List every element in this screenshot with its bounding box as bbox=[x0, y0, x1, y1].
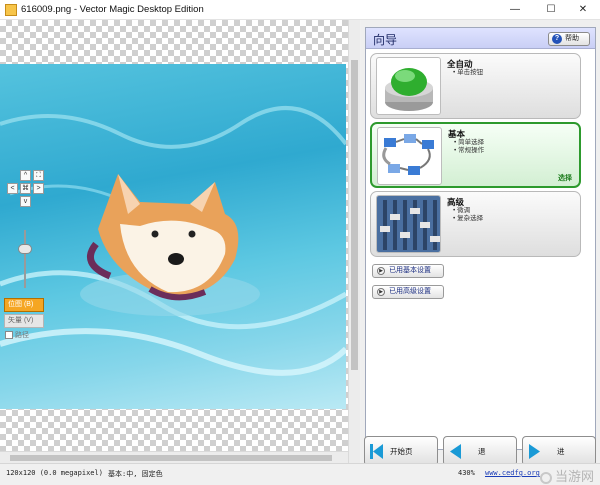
vector-mode-button[interactable]: 矢量 (V) bbox=[4, 314, 44, 328]
vertical-scroll-thumb[interactable] bbox=[351, 60, 358, 370]
wizard-panel: 向导 ? 帮助 全自动 单击按钮 bbox=[361, 20, 600, 463]
forward-button[interactable]: 进 bbox=[522, 436, 596, 466]
option-bullet: 常规操作 bbox=[454, 147, 484, 155]
window-title: 616009.png - Vector Magic Desktop Editio… bbox=[21, 4, 204, 15]
wizard-title: 向导 bbox=[373, 33, 398, 47]
dog-photo bbox=[0, 64, 346, 409]
option-bullets: 微调 复杂选择 bbox=[453, 207, 483, 223]
option-fully-automatic[interactable]: 全自动 单击按钮 bbox=[370, 53, 581, 119]
option-bullets: 简单选择 常规操作 bbox=[454, 139, 484, 155]
checkbox-icon[interactable] bbox=[5, 331, 13, 340]
use-advanced-settings-button[interactable]: ▶ 已用高级设置 bbox=[372, 285, 444, 299]
forward-label: 进 bbox=[557, 447, 565, 456]
option-bullets: 单击按钮 bbox=[453, 69, 483, 77]
option-bullet: 复杂选择 bbox=[453, 215, 483, 223]
wizard-header: 向导 ? 帮助 bbox=[366, 28, 595, 49]
start-page-button[interactable]: 开始页 bbox=[364, 436, 438, 466]
option-bullet: 微调 bbox=[453, 207, 483, 215]
horizontal-scrollbar[interactable] bbox=[0, 451, 348, 463]
select-label[interactable]: 选择 bbox=[558, 173, 572, 183]
view-mode-group: 位图 (B) 矢量 (V) 路径 bbox=[4, 298, 44, 343]
option-bullet: 简单选择 bbox=[454, 139, 484, 147]
bitmap-mode-button[interactable]: 位图 (B) bbox=[4, 298, 44, 312]
zoom-slider-track[interactable] bbox=[24, 230, 26, 288]
mixer-sliders-icon bbox=[376, 195, 441, 253]
zoom-slider-handle[interactable] bbox=[18, 244, 32, 254]
help-button[interactable]: ? 帮助 bbox=[548, 32, 590, 46]
maximize-button[interactable]: ☐ bbox=[534, 0, 568, 20]
minimize-button[interactable]: — bbox=[498, 0, 532, 20]
arrow-right-icon: ▶ bbox=[377, 267, 385, 275]
horizontal-scroll-thumb[interactable] bbox=[10, 455, 332, 461]
status-bar: 120x120 (0.0 megapixel) 基本:中, 固定色 430% w… bbox=[0, 463, 600, 485]
option-bullet: 单击按钮 bbox=[453, 69, 483, 77]
back-label: 退 bbox=[478, 447, 486, 456]
green-button-icon bbox=[376, 57, 441, 115]
wizard-frame: 向导 ? 帮助 全自动 单击按钮 bbox=[365, 27, 596, 450]
use-advanced-settings-label: 已用高级设置 bbox=[389, 288, 431, 295]
start-page-label: 开始页 bbox=[390, 447, 413, 456]
close-button[interactable]: ✕ bbox=[566, 0, 600, 20]
website-link[interactable]: www.cedfg.org bbox=[485, 469, 540, 477]
use-basic-settings-button[interactable]: ▶ 已用基本设置 bbox=[372, 264, 444, 278]
arrow-right-icon: ▶ bbox=[377, 288, 385, 296]
mode-readout: 基本:中, 固定色 bbox=[108, 470, 163, 478]
pan-down-button[interactable]: v bbox=[20, 196, 31, 207]
back-button[interactable]: 退 bbox=[443, 436, 517, 466]
watermark: 当游网 bbox=[539, 466, 594, 485]
image-canvas[interactable]: ^ ⛶ < ⌘ > v 位图 (B) 矢量 (V) 路径 bbox=[0, 20, 350, 463]
title-bar: 616009.png - Vector Magic Desktop Editio… bbox=[0, 0, 600, 20]
use-basic-settings-label: 已用基本设置 bbox=[389, 267, 431, 274]
paths-label: 路径 bbox=[15, 332, 29, 339]
vertical-scrollbar[interactable] bbox=[348, 20, 360, 463]
help-icon: ? bbox=[552, 34, 562, 44]
pan-navigator: ^ ⛶ < ⌘ > v bbox=[6, 170, 46, 215]
wizard-navigation: 开始页 退 进 bbox=[361, 434, 600, 466]
option-basic[interactable]: 基本 简单选择 常规操作 选择 bbox=[370, 122, 581, 188]
app-icon bbox=[5, 4, 17, 16]
option-advanced[interactable]: 高级 微调 复杂选择 bbox=[370, 191, 581, 257]
zoom-readout: 430% bbox=[458, 469, 475, 477]
first-page-icon bbox=[370, 444, 383, 459]
forward-arrow-icon bbox=[529, 444, 540, 459]
back-arrow-icon bbox=[450, 444, 461, 459]
paths-checkbox[interactable]: 路径 bbox=[4, 329, 44, 342]
pan-up-button[interactable]: ^ bbox=[20, 170, 31, 181]
flowchart-icon bbox=[377, 127, 442, 185]
center-view-button[interactable]: ⌘ bbox=[20, 183, 31, 194]
image-size-readout: 120x120 (0.0 megapixel) bbox=[6, 469, 103, 477]
fit-view-button[interactable]: ⛶ bbox=[33, 170, 44, 181]
pan-right-button[interactable]: > bbox=[33, 183, 44, 194]
help-label: 帮助 bbox=[565, 35, 579, 42]
pan-left-button[interactable]: < bbox=[7, 183, 18, 194]
